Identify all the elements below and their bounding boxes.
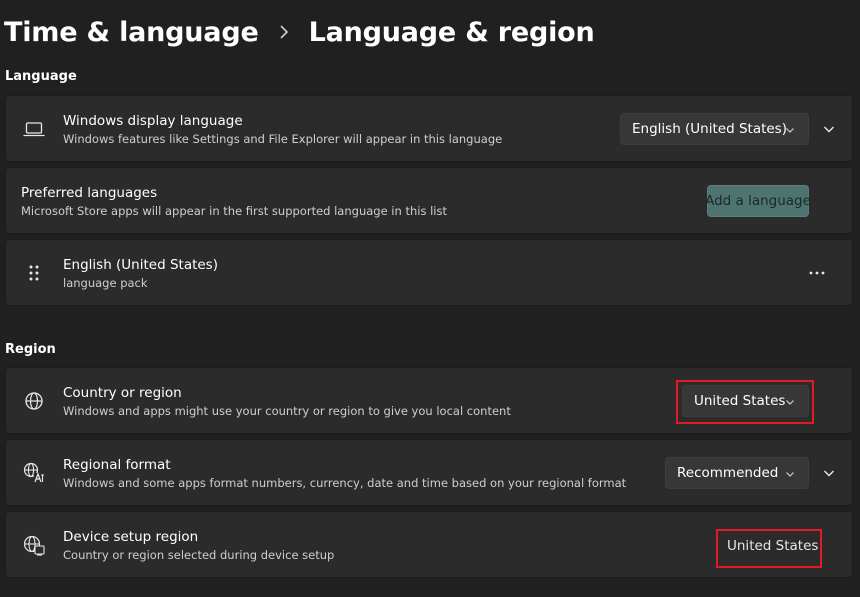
expand-chevron-icon[interactable] — [817, 461, 841, 485]
preferred-languages-text: Preferred languages Microsoft Store apps… — [21, 185, 447, 218]
display-language-description: Windows features like Settings and File … — [63, 132, 503, 146]
laptop-icon — [22, 117, 46, 141]
language-item-title: English (United States) — [63, 257, 218, 273]
section-label-language: Language — [5, 69, 77, 84]
add-language-button[interactable]: Add a language — [705, 185, 811, 217]
display-language-dropdown[interactable]: English (United States) — [620, 113, 809, 145]
country-region-description: Windows and apps might use your country … — [63, 404, 511, 418]
breadcrumb: Time & language Language & region — [4, 14, 595, 50]
display-language-title: Windows display language — [63, 113, 243, 129]
card-country-or-region: Country or region Windows and apps might… — [5, 367, 853, 434]
chevron-down-icon — [786, 128, 794, 133]
regional-format-title: Regional format — [63, 457, 171, 473]
preferred-languages-title: Preferred languages — [21, 185, 158, 201]
display-language-text: Windows display language Windows feature… — [63, 113, 502, 146]
language-item-description: language pack — [63, 276, 148, 290]
display-language-value: English (United States) — [632, 121, 787, 137]
language-item-text: English (United States) language pack — [63, 257, 218, 290]
country-region-dropdown[interactable]: United States — [682, 385, 809, 417]
globe-icon — [22, 389, 46, 413]
regional-format-value: Recommended — [677, 465, 779, 481]
device-setup-region-value: United States — [727, 538, 819, 554]
language-list-item[interactable]: English (United States) language pack — [5, 239, 853, 306]
regional-format-dropdown[interactable]: Recommended — [665, 457, 809, 489]
settings-page: Time & language Language & region Langua… — [0, 0, 860, 597]
chevron-down-icon — [786, 400, 794, 405]
regional-format-icon — [22, 461, 46, 485]
breadcrumb-parent[interactable]: Time & language — [4, 17, 259, 48]
country-region-text: Country or region Windows and apps might… — [63, 385, 511, 418]
section-label-region: Region — [5, 342, 56, 357]
page-title: Language & region — [308, 16, 595, 48]
card-device-setup-region: Device setup region Country or region se… — [5, 511, 853, 578]
expand-chevron-icon[interactable] — [817, 117, 841, 141]
device-globe-icon — [22, 533, 46, 557]
device-setup-region-description: Country or region selected during device… — [63, 548, 335, 562]
preferred-languages-description: Microsoft Store apps will appear in the … — [21, 204, 447, 218]
country-region-value: United States — [694, 393, 786, 409]
chevron-down-icon — [786, 472, 794, 477]
device-setup-region-text: Device setup region Country or region se… — [63, 529, 334, 562]
device-setup-region-title: Device setup region — [63, 529, 199, 545]
regional-format-description: Windows and some apps format numbers, cu… — [63, 476, 627, 490]
regional-format-text: Regional format Windows and some apps fo… — [63, 457, 626, 490]
gripper-icon[interactable] — [22, 261, 46, 285]
more-icon[interactable] — [803, 261, 831, 285]
country-region-title: Country or region — [63, 385, 182, 401]
card-windows-display-language: Windows display language Windows feature… — [5, 95, 853, 162]
chevron-right-icon — [269, 14, 299, 50]
card-preferred-languages: Preferred languages Microsoft Store apps… — [5, 167, 853, 234]
card-regional-format: Regional format Windows and some apps fo… — [5, 439, 853, 506]
